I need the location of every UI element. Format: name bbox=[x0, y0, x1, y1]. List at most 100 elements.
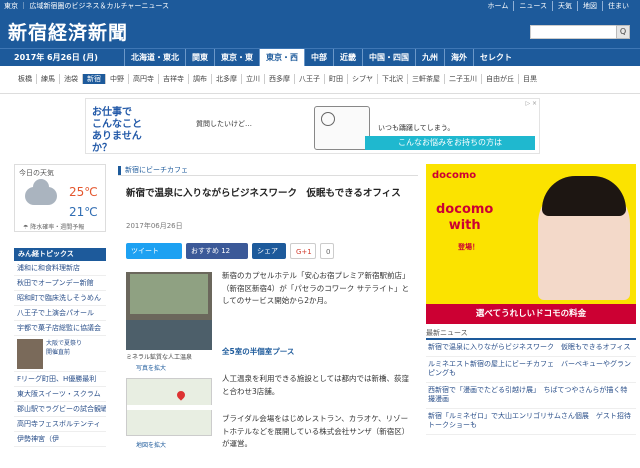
area-tab[interactable]: 新宿 bbox=[82, 74, 105, 84]
article-body-2: 人工温泉を利用できる施設としては都内では新橋、荻窪と合わせ3店舗。 bbox=[222, 374, 409, 396]
ad-mid-text: 質問したいけど… bbox=[196, 120, 252, 128]
topic-thumbnail bbox=[17, 339, 43, 369]
area-tab[interactable]: 中野 bbox=[105, 74, 128, 84]
area-tab[interactable]: 自由が丘 bbox=[481, 74, 518, 84]
ad-model-hair bbox=[542, 176, 626, 216]
top-link-weather[interactable]: 天気 bbox=[552, 1, 577, 11]
topic-pic-item[interactable]: 大阪で夏祭り 開催直前 bbox=[14, 336, 106, 372]
region-tabs: 北海道・東北 関東 東京・東 東京・西 中部 近畿 中国・四国 九州 海外 セレクト bbox=[124, 49, 518, 67]
area-tab[interactable]: 目黒 bbox=[518, 74, 541, 84]
news-item[interactable]: 西新宿で「漫画でたどる引越け展」 ちばてつやさんらが描く特撮漫画 bbox=[426, 383, 636, 409]
temp-high: 25℃ bbox=[69, 185, 98, 199]
cloud-icon bbox=[25, 179, 57, 205]
news-item[interactable]: 新宿「ルミネゼロ」で大山エンリゴリサムさん個展 ゲスト招待トークショーも bbox=[426, 409, 636, 435]
article-category[interactable]: 新宿にビーチカフェ bbox=[118, 164, 418, 176]
topic-item[interactable]: 浦和に和食料理新店 bbox=[14, 261, 106, 276]
top-link-map[interactable]: 地図 bbox=[577, 1, 602, 11]
topic-item[interactable]: 伊勢神宮（伊 bbox=[14, 432, 106, 447]
area-tab[interactable]: 西多摩 bbox=[264, 74, 294, 84]
region-tab[interactable]: 関東 bbox=[185, 49, 214, 67]
area-tab[interactable]: 三軒茶屋 bbox=[407, 74, 444, 84]
region-tab[interactable]: 海外 bbox=[444, 49, 473, 67]
article: 新宿にビーチカフェ 新宿で温泉に入りながらビジネスワーク 仮眠もできるオフィス … bbox=[118, 164, 418, 468]
topic-item[interactable]: 秋田でオープンデー新館 bbox=[14, 276, 106, 291]
site-logo[interactable]: 新宿経済新聞 bbox=[8, 18, 128, 45]
article-map[interactable] bbox=[126, 378, 213, 436]
search-input[interactable] bbox=[530, 25, 630, 39]
facebook-button[interactable]: おすすめ 12 bbox=[186, 243, 248, 259]
top-link-housing[interactable]: 住まい bbox=[602, 1, 634, 11]
area-tab[interactable]: 二子玉川 bbox=[444, 74, 481, 84]
photo-bath bbox=[126, 320, 212, 350]
latest-news: 最新ニュース 新宿で温泉に入りながらビジネスワーク 仮眠もできるオフィス ルミネエ… bbox=[426, 328, 636, 435]
article-date: 2017年06月26日 bbox=[126, 222, 183, 230]
region-tab[interactable]: 近畿 bbox=[333, 49, 362, 67]
weather-title: 今日の天気 bbox=[19, 169, 54, 177]
topic-item[interactable]: 東大阪スイーツ・スクラム bbox=[14, 387, 106, 402]
adchoice-icon[interactable]: ▷ × bbox=[525, 100, 537, 107]
topic-item[interactable]: 八王子で上演会パオール bbox=[14, 306, 106, 321]
photo-window bbox=[130, 274, 208, 314]
docomo-footer: 選べてうれしいドコモの料金 bbox=[426, 304, 636, 324]
topic-item[interactable]: 昭和町で臨床洗しそうめん bbox=[14, 291, 106, 306]
area-tab[interactable]: 池袋 bbox=[59, 74, 82, 84]
ad-left: お仕事で こんなこと ありませんか？ bbox=[86, 99, 144, 154]
topic-item[interactable]: Fリーグ町田、H優勝最利 bbox=[14, 372, 106, 387]
weather-note[interactable]: ☂ 降水確率・週間予報 bbox=[23, 222, 84, 231]
area-tab[interactable]: 調布 bbox=[188, 74, 211, 84]
area-tab[interactable]: 下北沢 bbox=[377, 74, 407, 84]
tweet-button[interactable]: ツイート bbox=[126, 243, 182, 259]
map-pin-icon bbox=[175, 389, 187, 401]
region-tab[interactable]: セレクト bbox=[473, 49, 518, 67]
area-tab[interactable]: 町田 bbox=[324, 74, 347, 84]
article-headline: 新宿で温泉に入りながらビジネスワーク 仮眠もできるオフィス bbox=[126, 188, 401, 199]
article-photo[interactable] bbox=[126, 272, 212, 350]
region-tab[interactable]: 東京・西 bbox=[259, 49, 304, 67]
share-button[interactable]: シェア bbox=[252, 243, 286, 259]
region-tab[interactable]: 中国・四国 bbox=[362, 49, 415, 67]
region-tab[interactable]: 九州 bbox=[415, 49, 444, 67]
weather-widget[interactable]: 今日の天気 25℃ 21℃ ☂ 降水確率・週間予報 bbox=[14, 164, 106, 232]
search-icon[interactable]: Q bbox=[616, 25, 630, 39]
topics-head: みん経トピックス bbox=[14, 248, 106, 261]
area-tab[interactable]: シブヤ bbox=[347, 74, 377, 84]
zoom-photo-link[interactable]: 写真を拡大 bbox=[136, 363, 166, 372]
area-tabs: 板橋 練馬 池袋 新宿 中野 高円寺 吉祥寺 調布 北多摩 立川 西多摩 八王子 町田 シブヤ 下北沢 三軒茶… bbox=[14, 74, 541, 84]
ad-illustration bbox=[314, 106, 370, 150]
region-tab[interactable]: 中部 bbox=[304, 49, 333, 67]
topic-pic-text: 大阪で夏祭り 開催直前 bbox=[46, 340, 83, 356]
top-link-news[interactable]: ニュース bbox=[513, 1, 552, 11]
topic-item[interactable]: 宇都で菓子店総監に協議会 bbox=[14, 321, 106, 336]
zoom-map-link[interactable]: 地図を拡大 bbox=[136, 440, 166, 449]
gplus-button[interactable]: G+1 bbox=[290, 243, 316, 259]
topics-list: みん経トピックス 浦和に和食料理新店 秋田でオープンデー新館 昭和町で臨床洗しそうめ… bbox=[14, 248, 106, 447]
ad-banner[interactable]: お仕事で こんなこと ありませんか？ 質問したいけど… いつも躊躇してしまう。 こん… bbox=[85, 98, 540, 154]
right-column: docomo docomo with 登場！ 選べてうれしいドコモの料金 最新ニュ… bbox=[426, 164, 640, 468]
header: 新宿経済新聞 Q bbox=[0, 12, 640, 48]
region-tab[interactable]: 北海道・東北 bbox=[124, 49, 185, 67]
area-tab[interactable]: 立川 bbox=[241, 74, 264, 84]
gplus-count: 0 bbox=[320, 243, 334, 259]
region-tab[interactable]: 東京・東 bbox=[214, 49, 259, 67]
docomo-logo: docomo bbox=[432, 170, 477, 181]
map-road bbox=[127, 405, 213, 410]
area-tab[interactable]: 高円寺 bbox=[128, 74, 158, 84]
news-item[interactable]: ルミネエスト新宿の屋上にビーチカフェ バーベキューやグランピングも bbox=[426, 357, 636, 383]
area-nav: 板橋 練馬 池袋 新宿 中野 高円寺 吉祥寺 調布 北多摩 立川 西多摩 八王子 町田 シブヤ 下北沢 三軒茶… bbox=[0, 66, 640, 94]
region-nav: 2017年 6月26日 (月) 北海道・東北 関東 東京・東 東京・西 中部 近畿 中国・四… bbox=[0, 48, 640, 67]
topic-item[interactable]: 郡山駅でラグビーの試合観戦 bbox=[14, 402, 106, 417]
area-tab[interactable]: 北多摩 bbox=[211, 74, 241, 84]
top-bar: 東京 ｜ 広域新宿圏のビジネス＆カルチャーニュース ホーム ニュース 天気 地図… bbox=[0, 0, 640, 12]
area-tab[interactable]: 八王子 bbox=[294, 74, 324, 84]
top-links: ホーム ニュース 天気 地図 住まい bbox=[483, 1, 634, 11]
ad-cta-button[interactable]: こんなお悩みをお持ちの方は bbox=[365, 136, 535, 150]
topic-item[interactable]: 高円寺フェスボルテンティ bbox=[14, 417, 106, 432]
area-tab[interactable]: 練馬 bbox=[36, 74, 59, 84]
news-item[interactable]: 新宿で温泉に入りながらビジネスワーク 仮眠もできるオフィス bbox=[426, 340, 636, 357]
area-tab[interactable]: 板橋 bbox=[14, 74, 36, 84]
area-tab[interactable]: 吉祥寺 bbox=[158, 74, 188, 84]
latest-news-head: 最新ニュース bbox=[426, 328, 636, 340]
temp-low: 21℃ bbox=[69, 205, 98, 219]
docomo-ad[interactable]: docomo docomo with 登場！ 選べてうれしいドコモの料金 bbox=[426, 164, 636, 324]
top-link-home[interactable]: ホーム bbox=[483, 1, 514, 11]
